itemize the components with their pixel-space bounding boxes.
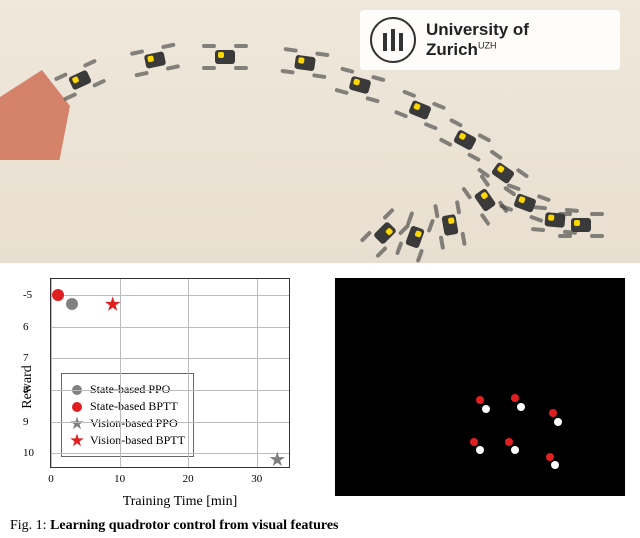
legend-entry: Vision-based PPO bbox=[70, 416, 185, 431]
feature-frame bbox=[335, 278, 625, 496]
legend-marker-icon bbox=[70, 434, 84, 448]
star-marker-icon bbox=[269, 452, 285, 468]
drone-icon bbox=[51, 56, 109, 104]
bottom-row: Reward State-based PPOState-based BPTTVi… bbox=[0, 263, 640, 511]
legend-label: State-based BPTT bbox=[90, 399, 178, 414]
caption-text: Learning quadrotor control from visual f… bbox=[50, 518, 338, 533]
x-tick: 0 bbox=[48, 473, 54, 485]
feature-point-icon bbox=[551, 461, 559, 469]
grid-line bbox=[51, 453, 289, 454]
feature-panel bbox=[320, 263, 640, 511]
feature-point-icon bbox=[505, 438, 513, 446]
y-tick: 8 bbox=[23, 384, 29, 396]
grid-line bbox=[51, 358, 289, 359]
x-tick: 20 bbox=[183, 473, 194, 485]
drone-icon bbox=[127, 40, 182, 80]
plot-area: State-based PPOState-based BPTTVision-ba… bbox=[50, 278, 290, 468]
photo-panel: University of ZurichUZH bbox=[0, 0, 640, 263]
y-tick: 9 bbox=[23, 416, 29, 428]
circle-marker-icon bbox=[66, 298, 78, 310]
y-tick: 6 bbox=[23, 321, 29, 333]
drone-icon bbox=[556, 210, 606, 240]
x-tick: 10 bbox=[114, 473, 125, 485]
star-marker-icon bbox=[70, 434, 84, 448]
university-name: University of ZurichUZH bbox=[426, 20, 529, 59]
grid-line bbox=[51, 390, 289, 391]
star-marker-icon bbox=[70, 417, 84, 431]
figure-caption: Fig. 1: Learning quadrotor control from … bbox=[10, 518, 339, 534]
legend-marker-icon bbox=[70, 400, 84, 414]
grid-line bbox=[188, 279, 189, 467]
feature-point-icon bbox=[482, 405, 490, 413]
legend-entry: State-based BPTT bbox=[70, 399, 185, 414]
feature-point-icon bbox=[476, 396, 484, 404]
feature-point-icon bbox=[476, 446, 484, 454]
star-marker-icon bbox=[105, 296, 121, 312]
legend-label: Vision-based BPTT bbox=[90, 433, 185, 448]
drone-icon bbox=[200, 42, 250, 72]
drone-icon bbox=[391, 87, 449, 134]
university-line2: ZurichUZH bbox=[426, 40, 529, 60]
feature-point-icon bbox=[511, 446, 519, 454]
feature-point-icon bbox=[554, 418, 562, 426]
grid-line bbox=[51, 327, 289, 328]
drone-icon bbox=[332, 64, 388, 106]
legend-label: Vision-based PPO bbox=[90, 416, 178, 431]
university-line1: University of bbox=[426, 20, 529, 40]
legend-entry: Vision-based BPTT bbox=[70, 433, 185, 448]
y-tick: 7 bbox=[23, 352, 29, 364]
legend: State-based PPOState-based BPTTVision-ba… bbox=[61, 373, 194, 457]
university-seal-icon bbox=[370, 17, 416, 63]
y-tick: 10 bbox=[23, 447, 34, 459]
drone-icon bbox=[278, 45, 332, 82]
figure: University of ZurichUZH Reward State-bas… bbox=[0, 0, 640, 538]
feature-point-icon bbox=[470, 438, 478, 446]
grid-line bbox=[51, 422, 289, 423]
grid-line bbox=[51, 295, 289, 296]
feature-point-icon bbox=[517, 403, 525, 411]
drone-icon bbox=[431, 198, 469, 252]
circle-marker-icon bbox=[52, 289, 64, 301]
circle-marker-icon bbox=[72, 402, 82, 412]
grid-line bbox=[51, 279, 52, 467]
x-axis-label: Training Time [min] bbox=[60, 494, 300, 510]
legend-marker-icon bbox=[70, 417, 84, 431]
y-tick: -5 bbox=[23, 289, 32, 301]
x-tick: 30 bbox=[251, 473, 262, 485]
chart-panel: Reward State-based PPOState-based BPTTVi… bbox=[0, 263, 320, 511]
feature-point-icon bbox=[511, 394, 519, 402]
university-logo: University of ZurichUZH bbox=[360, 10, 620, 70]
grid-line bbox=[257, 279, 258, 467]
feature-point-icon bbox=[549, 409, 557, 417]
feature-point-icon bbox=[546, 453, 554, 461]
caption-prefix: Fig. 1: bbox=[10, 518, 50, 533]
